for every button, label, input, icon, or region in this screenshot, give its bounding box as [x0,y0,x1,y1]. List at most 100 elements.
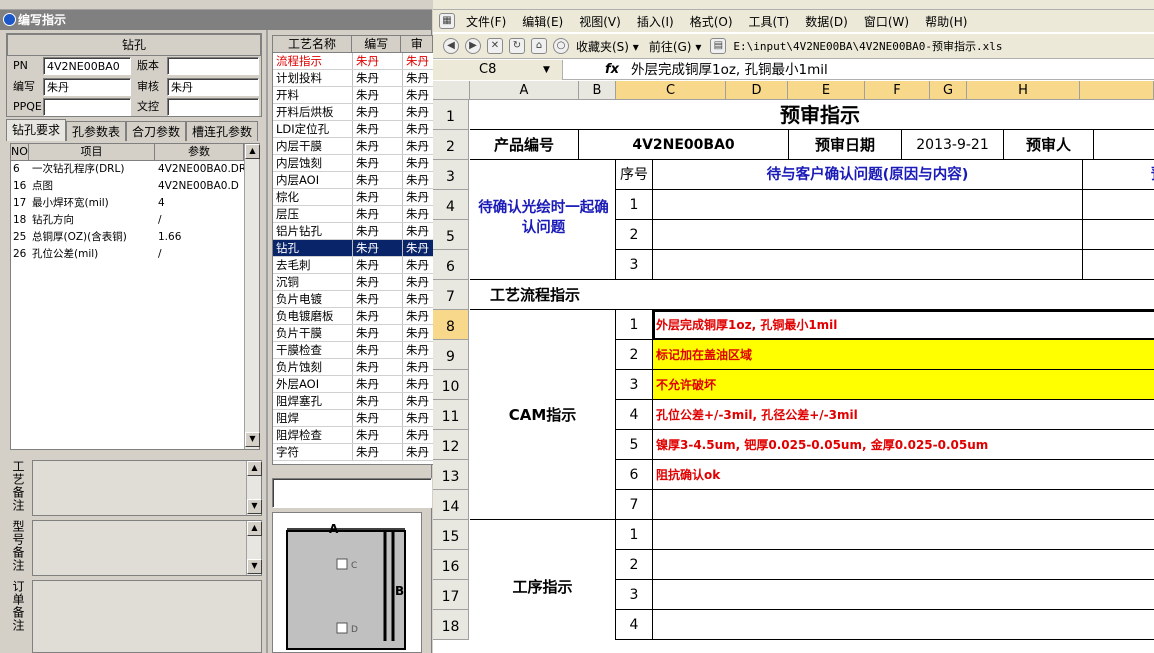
process-row[interactable]: 阻焊检查 朱丹 朱丹 [273,427,433,444]
cam-seq[interactable]: 4 [616,400,653,430]
menu-data[interactable]: 数据(D) [797,13,856,30]
tab-slot-params[interactable]: 槽连孔参数 [186,121,259,141]
row-header[interactable]: 10 [433,370,469,400]
row-header[interactable]: 16 [433,550,469,580]
column-header[interactable]: C [616,81,726,100]
cam-item[interactable]: 标记加在盖油区域 [653,340,1154,370]
process-row[interactable]: 负电镀磨板 朱丹 朱丹 [273,308,433,325]
process-item[interactable] [653,520,1154,550]
splitter[interactable] [266,30,268,653]
cam-seq[interactable]: 7 [616,490,653,520]
param-row[interactable]: 26 孔位公差(mil) / [11,246,259,263]
process-row[interactable]: 内层AOI 朱丹 朱丹 [273,172,433,189]
stop-icon[interactable]: ✕ [487,38,503,54]
process-row[interactable]: 阻焊塞孔 朱丹 朱丹 [273,393,433,410]
row-header[interactable]: 13 [433,460,469,490]
row-header[interactable]: 2 [433,130,469,160]
row-header[interactable]: 18 [433,610,469,640]
back-icon[interactable]: ◀ [443,38,459,54]
menu-tools[interactable]: 工具(T) [741,13,798,30]
col-header-process[interactable]: 工艺名称 [273,36,352,53]
review-date-value[interactable]: 2013-9-21 [902,130,1004,160]
review-date-label[interactable]: 预审日期 [789,130,902,160]
menu-view[interactable]: 视图(V) [571,13,629,30]
cam-item[interactable]: 孔位公差+/-3mil, 孔径公差+/-3mil [653,400,1154,430]
docctrl-field[interactable] [167,98,259,116]
col-header-no[interactable]: NO [11,144,29,161]
cam-item[interactable] [653,490,1154,520]
menu-insert[interactable]: 插入(I) [629,13,682,30]
confirm-header[interactable]: 待与客户确认问题(原因与内容) [653,160,1083,190]
cam-item[interactable]: 镍厚3-4.5um, 钯厚0.025-0.05um, 金厚0.025-0.05u… [653,430,1154,460]
scroll-down-icon[interactable]: ▼ [245,432,260,447]
checkbox-c[interactable] [336,558,348,570]
process-row[interactable]: 负片干膜 朱丹 朱丹 [273,325,433,342]
row-header[interactable]: 1 [433,100,469,130]
sheet-title[interactable]: 预审指示 [470,100,1154,130]
column-header[interactable]: B [579,81,616,100]
process-row[interactable]: 负片电镀 朱丹 朱丹 [273,291,433,308]
column-header[interactable]: A [470,81,579,100]
param-row[interactable]: 18 钻孔方向 / [11,212,259,229]
process-note-input[interactable] [272,478,432,508]
process-row[interactable]: 内层干膜 朱丹 朱丹 [273,138,433,155]
process-item[interactable] [653,610,1154,640]
process-row[interactable]: 钻孔 朱丹 朱丹 [273,240,433,257]
param-row[interactable]: 17 最小焊环宽(mil) 4 [11,195,259,212]
cam-label[interactable]: CAM指示 [470,310,616,520]
seq-label[interactable]: 序号 [616,160,653,190]
param-row[interactable]: 16 点图 4V2NE00BA0.D [11,178,259,195]
cam-item[interactable]: 外层完成铜厚1oz, 孔铜最小1mil [653,310,1154,340]
flow-value[interactable] [653,280,1154,310]
pending-item-right[interactable] [1083,250,1154,280]
process-row[interactable]: 阻焊 朱丹 朱丹 [273,410,433,427]
column-header[interactable]: G [930,81,967,100]
confirm-header-right[interactable]: 预 [1083,160,1154,190]
row-header[interactable]: 15 [433,520,469,550]
excel-doc-icon[interactable]: ▦ [439,13,455,29]
forward-icon[interactable]: ▶ [465,38,481,54]
menu-edit[interactable]: 编辑(E) [514,13,571,30]
model-notes-scrollbar[interactable]: ▲ ▼ [246,521,262,575]
name-box[interactable]: C8 ▼ [433,60,563,80]
pending-item-right[interactable] [1083,190,1154,220]
tab-tool-params[interactable]: 合刀参数 [126,121,187,141]
process-row[interactable]: 负片蚀刻 朱丹 朱丹 [273,359,433,376]
process-notes-scrollbar[interactable]: ▲ ▼ [246,461,262,515]
param-row[interactable]: 6 一次钻孔程序(DRL) 4V2NE00BA0.DRL [11,161,259,178]
home-icon[interactable]: ⌂ [531,38,547,54]
cam-seq[interactable]: 5 [616,430,653,460]
pending-item[interactable] [653,250,1083,280]
process-row[interactable]: 棕化 朱丹 朱丹 [273,189,433,206]
process-row[interactable]: 计划投料 朱丹 朱丹 [273,70,433,87]
cam-seq[interactable]: 2 [616,340,653,370]
cam-seq[interactable]: 1 [616,310,653,340]
row-header[interactable]: 12 [433,430,469,460]
product-no-value[interactable]: 4V2NE00BA0 [579,130,789,160]
column-header[interactable]: F [865,81,930,100]
process-row[interactable]: 去毛刺 朱丹 朱丹 [273,257,433,274]
order-notes-area[interactable] [32,580,262,653]
ppqe-field[interactable] [43,98,131,116]
process-seq[interactable]: 3 [616,580,653,610]
process-row[interactable]: 外层AOI 朱丹 朱丹 [273,376,433,393]
process-row[interactable]: 干膜检查 朱丹 朱丹 [273,342,433,359]
menu-format[interactable]: 格式(O) [682,13,741,30]
menu-window[interactable]: 窗口(W) [856,13,917,30]
process-row[interactable]: 开料后烘板 朱丹 朱丹 [273,104,433,121]
param-row[interactable]: 25 总铜厚(OZ)(含表铜) 1.66 [11,229,259,246]
process-item[interactable] [653,550,1154,580]
version-field[interactable] [167,57,259,75]
search-icon[interactable]: ○ [553,38,569,54]
row-header[interactable]: 17 [433,580,469,610]
scroll-down-icon[interactable]: ▼ [247,559,262,574]
pending-seq[interactable]: 1 [616,190,653,220]
process-notes-area[interactable]: ▲ ▼ [32,460,262,516]
reviewer-field[interactable]: 朱丹 [167,78,259,96]
cam-seq[interactable]: 3 [616,370,653,400]
scroll-up-icon[interactable]: ▲ [247,461,262,476]
col-header-writer[interactable]: 编写 [352,36,402,53]
tab-hole-params[interactable]: 孔参数表 [66,121,127,141]
cam-item[interactable]: 不允许破坏 [653,370,1154,400]
favorites-button[interactable]: 收藏夹(S) ▾ [576,38,639,55]
